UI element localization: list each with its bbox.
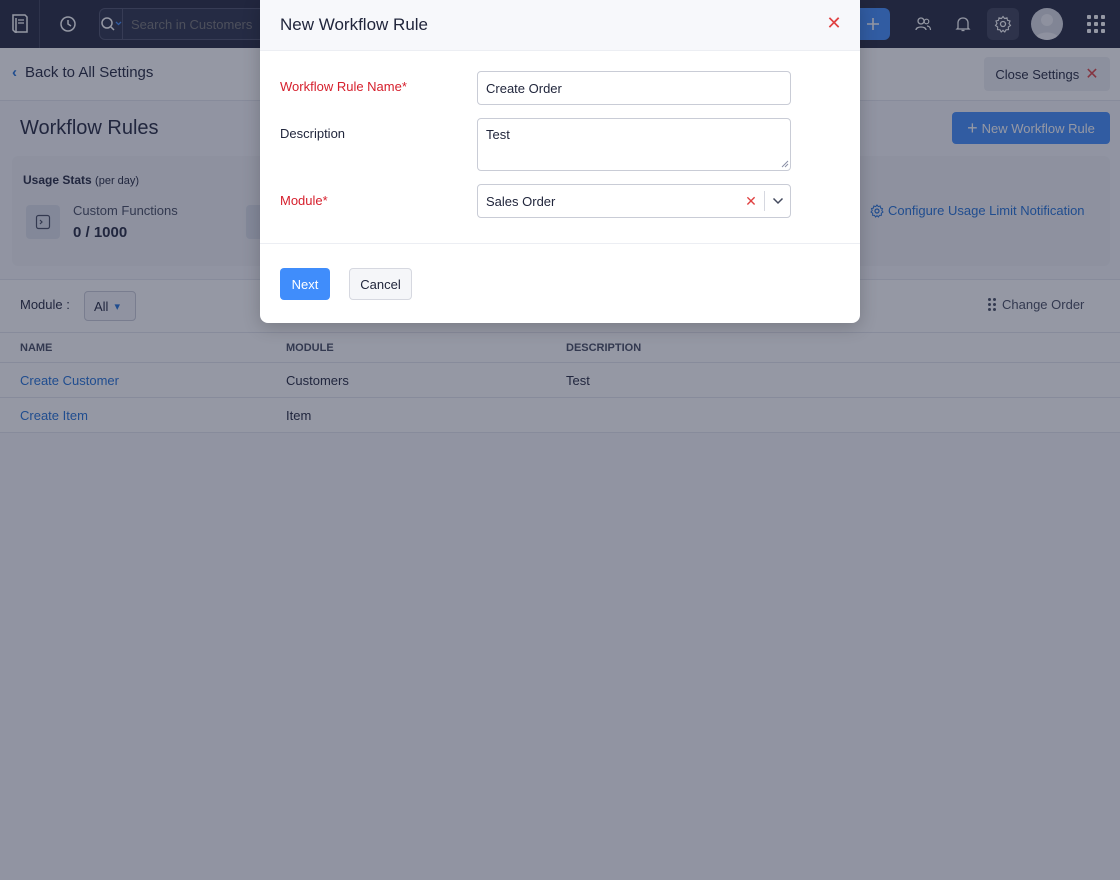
workflow-rule-name-input[interactable] <box>477 71 791 105</box>
next-button[interactable]: Next <box>280 268 330 300</box>
module-select[interactable]: Sales Order ✕ <box>477 184 791 218</box>
module-select-value: Sales Order <box>486 193 556 209</box>
chevron-down-icon[interactable] <box>765 185 790 217</box>
cancel-button[interactable]: Cancel <box>349 268 412 300</box>
module-label: Module* <box>280 193 328 208</box>
close-icon: ✕ <box>826 12 842 33</box>
dialog-title: New Workflow Rule <box>280 15 429 34</box>
workflow-rule-name-label: Workflow Rule Name* <box>280 79 407 94</box>
close-dialog-button[interactable]: ✕ <box>823 12 845 34</box>
description-textarea[interactable]: Test <box>477 118 791 171</box>
new-workflow-rule-dialog: New Workflow Rule ✕ Workflow Rule Name* … <box>260 0 860 323</box>
resize-handle-icon[interactable] <box>781 160 789 168</box>
dialog-footer: Next Cancel <box>260 243 860 323</box>
clear-icon[interactable]: ✕ <box>738 185 764 217</box>
dialog-header: New Workflow Rule ✕ <box>260 0 860 51</box>
description-label: Description <box>280 126 346 141</box>
